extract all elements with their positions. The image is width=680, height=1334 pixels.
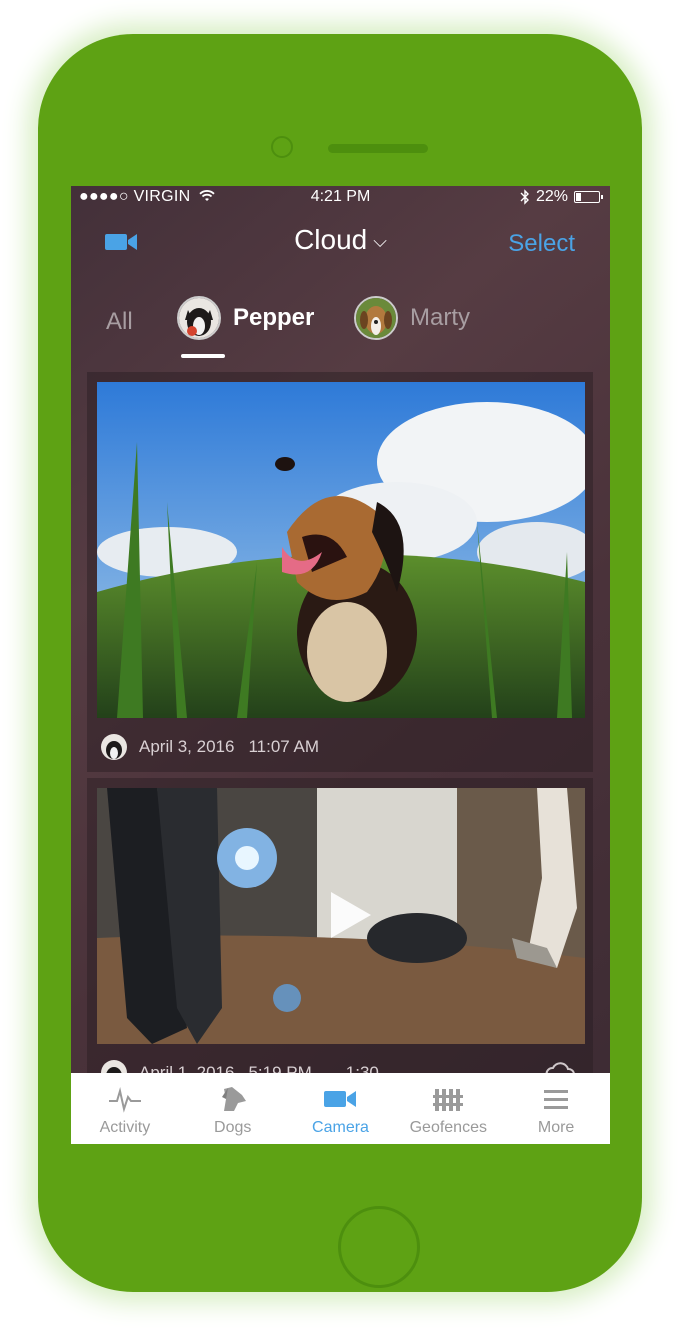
card-date: April 3, 2016 [139, 737, 235, 756]
filter-marty[interactable]: Marty [354, 296, 470, 340]
front-camera [271, 136, 293, 158]
tab-label: Dogs [214, 1119, 252, 1136]
tab-dogs[interactable]: Dogs [179, 1073, 287, 1144]
fence-icon [433, 1089, 464, 1111]
play-icon[interactable] [331, 892, 371, 938]
app-screen: ●●●●○ VIRGIN 4:21 PM 22% Cloud ⌵ Select A… [71, 186, 610, 1144]
photo-thumbnail[interactable] [97, 382, 585, 718]
tab-label: Activity [99, 1119, 151, 1136]
avatar [101, 734, 127, 760]
chevron-down-icon: ⌵ [373, 231, 387, 252]
activity-icon [108, 1087, 141, 1113]
select-button[interactable]: Select [508, 230, 575, 258]
battery-percent: 22% [535, 188, 568, 205]
tab-bar: Activity Dogs Camera Geofences More [71, 1073, 610, 1144]
video-camera-icon [324, 1091, 357, 1107]
media-card[interactable]: April 3, 2016 11:07 AM [87, 372, 593, 772]
menu-icon [544, 1090, 569, 1109]
filter-label: Pepper [233, 304, 315, 331]
tab-geofences[interactable]: Geofences [394, 1073, 502, 1144]
filter-all[interactable]: All [106, 308, 133, 336]
battery-icon [574, 191, 603, 203]
tab-activity[interactable]: Activity [71, 1073, 179, 1144]
video-thumbnail[interactable] [97, 788, 585, 1044]
filter-pepper[interactable]: Pepper [177, 296, 314, 340]
tab-camera[interactable]: Camera [287, 1073, 395, 1144]
earpiece-speaker [328, 144, 428, 153]
card-meta: April 3, 2016 11:07 AM [101, 734, 319, 760]
home-button[interactable] [338, 1206, 420, 1288]
bluetooth-icon [520, 189, 529, 205]
selected-filter-indicator [181, 354, 225, 358]
tab-label: Geofences [409, 1119, 487, 1136]
tab-label: More [537, 1119, 575, 1136]
dog-filter-bar: All Pepper Marty [71, 278, 610, 364]
album-title: Cloud [294, 224, 368, 255]
status-bar: ●●●●○ VIRGIN 4:21 PM 22% [71, 186, 610, 208]
tab-label: Camera [312, 1119, 369, 1136]
filter-label: Marty [410, 304, 470, 331]
dog-icon [221, 1087, 246, 1111]
nav-bar: Cloud ⌵ Select [71, 208, 610, 278]
card-time: 11:07 AM [248, 737, 320, 756]
tab-more[interactable]: More [502, 1073, 610, 1144]
avatar [354, 296, 398, 340]
avatar [177, 296, 221, 340]
